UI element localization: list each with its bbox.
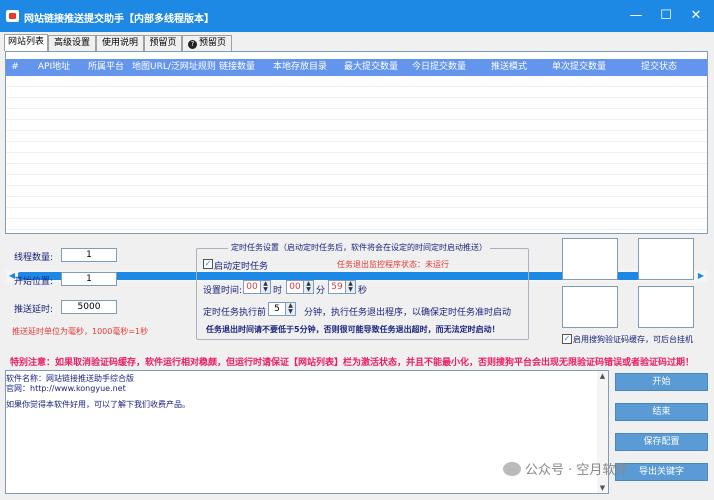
before-minutes-spinner-icon[interactable]: ▲ ▼ <box>286 302 296 316</box>
col-max-submit: 最大提交数量 <box>343 62 398 72</box>
col-platform: 所属平台 <box>87 62 124 72</box>
minute-unit: 分 <box>316 286 326 296</box>
second-unit: 秒 <box>358 286 368 296</box>
scroll-right-icon[interactable]: ▶ <box>696 270 706 282</box>
thread-count-label: 线程数量: <box>14 253 54 263</box>
tab-advanced-settings[interactable]: 高级设置 <box>48 35 96 51</box>
timer-settings-legend: 定时任务设置（启动定时任务后，软件将会在设定的时间定时启动推送） <box>228 242 490 253</box>
hour-input[interactable]: 00 <box>243 280 261 294</box>
tab-reserved-2-label: 预留页 <box>198 38 226 48</box>
window-title: 网站链接推送提交助手【内部多线程版本】 <box>24 14 214 25</box>
set-time-label: 设置时间: <box>203 286 243 296</box>
table-header: # API地址 所属平台 地图URL/泛网址规则 链接数量 本地存放目录 最大提… <box>6 59 707 76</box>
tab-reserved-1[interactable]: 预留页 <box>144 35 182 51</box>
save-config-button[interactable]: 保存配置 <box>615 433 708 451</box>
delay-unit-note: 推送延时单位为毫秒，1000毫秒=1秒 <box>12 327 149 336</box>
tab-site-list[interactable]: 网站列表 <box>4 34 48 51</box>
tab-reserved-2[interactable]: ? 预留页 <box>182 35 232 51</box>
enable-timer-checkbox[interactable]: ✓ <box>203 259 213 269</box>
start-position-label: 开始位置: <box>14 277 54 287</box>
hour-spinner-icon[interactable]: ▲ ▼ <box>261 280 271 294</box>
second-spinner-icon[interactable]: ▲ ▼ <box>346 280 356 294</box>
col-api: API地址 <box>37 62 71 72</box>
col-local-dir: 本地存放目录 <box>272 62 327 72</box>
log-line: 官网：http://www.kongyue.net <box>6 384 126 393</box>
watermark: 公众号 · 空月软件 <box>503 459 628 481</box>
maximize-button[interactable]: ☐ <box>656 7 676 25</box>
before-exec-label: 定时任务执行前 <box>203 308 267 318</box>
push-delay-input[interactable]: 5000 <box>61 300 117 314</box>
start-button[interactable]: 开始 <box>615 373 708 391</box>
captcha-preview-1 <box>562 238 618 280</box>
scroll-down-icon[interactable]: ▼ <box>597 483 608 493</box>
col-today-submit: 今日提交数量 <box>411 62 466 72</box>
close-button[interactable]: ✕ <box>686 7 706 25</box>
watermark-text: 公众号 · 空月软件 <box>525 463 629 478</box>
captcha-preview-2 <box>638 238 694 280</box>
col-index: # <box>11 62 19 72</box>
export-keywords-button[interactable]: 导出关键字 <box>615 463 708 481</box>
title-bar: 网站链接推送提交助手【内部多线程版本】 — ☐ ✕ <box>0 0 714 32</box>
col-link-count: 链接数量 <box>218 62 255 72</box>
col-single-submit: 单次提交数量 <box>551 62 606 72</box>
before-exec-desc: 分钟，执行任务退出程序，以确保定时任务准时启动 <box>304 308 512 318</box>
minimize-button[interactable]: — <box>626 7 646 25</box>
warning-text: 特别注意：如果取消验证码缓存，软件运行相对稳颇，但运行时请保证【网站列表】栏为激… <box>10 358 695 368</box>
wechat-icon <box>503 462 521 476</box>
help-icon: ? <box>187 40 197 49</box>
thread-count-input[interactable]: 1 <box>61 248 117 262</box>
scroll-up-icon[interactable]: ▲ <box>597 371 608 381</box>
minute-spinner-icon[interactable]: ▲ ▼ <box>304 280 314 294</box>
captcha-preview-4 <box>638 286 694 328</box>
captcha-cache-label: 启用搜狗验证码缓存，可后台挂机 <box>573 335 693 344</box>
start-position-input[interactable]: 1 <box>61 272 117 286</box>
tab-instructions[interactable]: 使用说明 <box>96 35 144 51</box>
captcha-preview-3 <box>562 286 618 328</box>
col-sitemap: 地图URL/泛网址规则 <box>132 62 216 72</box>
hour-unit: 时 <box>273 286 283 296</box>
captcha-cache-checkbox[interactable]: ✓ <box>562 334 572 344</box>
second-input[interactable]: 59 <box>328 280 346 294</box>
col-submit-status: 提交状态 <box>640 62 677 72</box>
minute-input[interactable]: 00 <box>286 280 304 294</box>
enable-timer-label: 启动定时任务 <box>214 262 269 272</box>
stop-button[interactable]: 结束 <box>615 403 708 421</box>
monitor-status: 任务退出监控程序状态：未运行 <box>337 260 449 269</box>
app-icon <box>6 10 19 22</box>
site-table[interactable]: # API地址 所属平台 地图URL/泛网址规则 链接数量 本地存放目录 最大提… <box>5 51 708 282</box>
push-delay-label: 推送延时: <box>14 305 54 315</box>
log-line: 如果你觉得本软件好用，可以了解下我们收费产品。 <box>6 400 190 409</box>
col-push-mode: 推送模式 <box>490 62 527 72</box>
exit-time-note: 任务退出时间请不要低于5分钟，否则很可能导致任务退出超时，而无法定时启动！ <box>206 325 500 334</box>
before-minutes-input[interactable]: 5 <box>268 302 286 316</box>
